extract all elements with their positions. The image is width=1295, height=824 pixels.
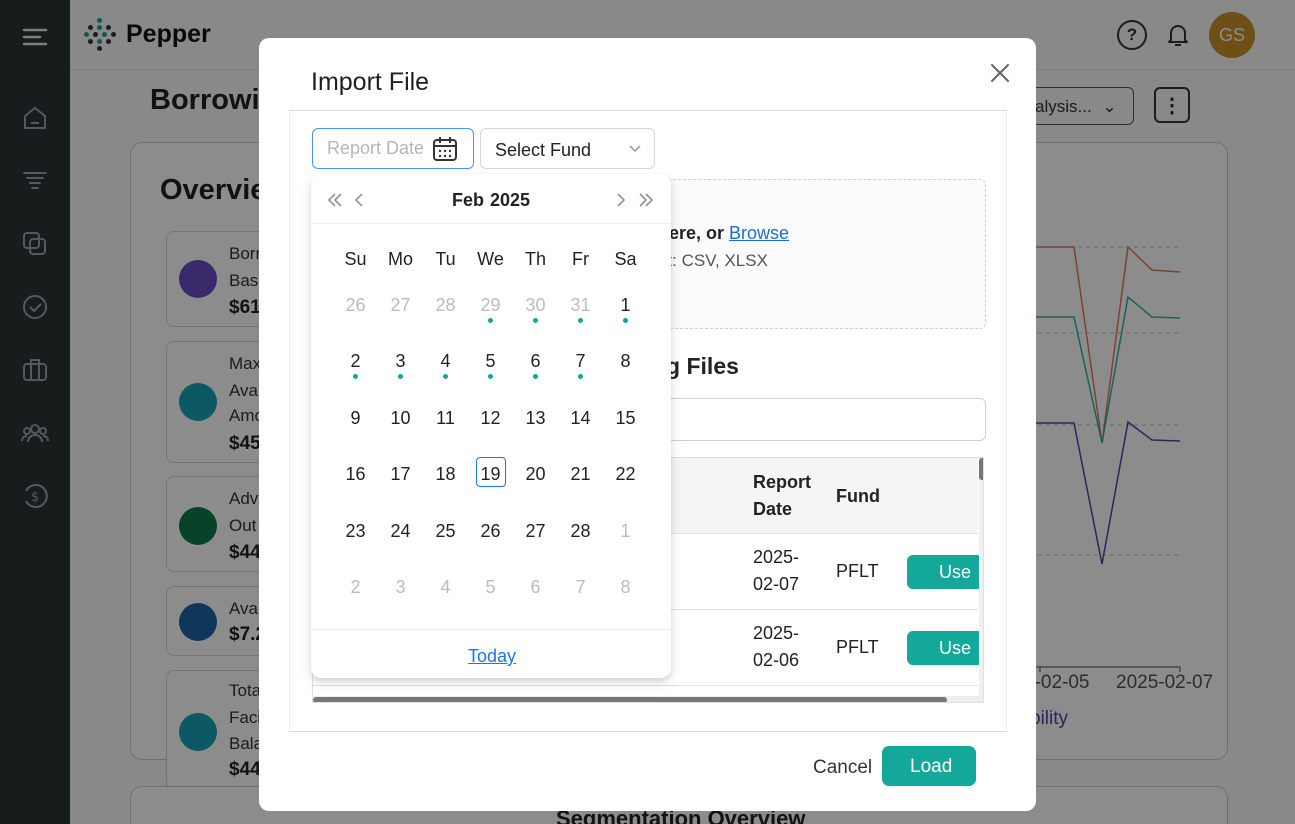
calendar-year[interactable]: 2025 bbox=[490, 190, 530, 211]
calendar-day[interactable]: 22 bbox=[603, 464, 648, 485]
calendar-day[interactable]: 28 bbox=[423, 295, 468, 316]
chevron-right-icon[interactable] bbox=[611, 191, 629, 209]
calendar-day[interactable]: 25 bbox=[423, 521, 468, 542]
chevron-left-icon[interactable] bbox=[351, 191, 369, 209]
calendar-footer: Today bbox=[311, 629, 671, 678]
weekday-label: Fr bbox=[572, 249, 589, 269]
double-chevron-right-icon[interactable] bbox=[637, 191, 655, 209]
calendar-day[interactable]: 11 bbox=[423, 408, 468, 429]
weekday-label: Mo bbox=[387, 249, 413, 269]
calendar-day[interactable]: 7 bbox=[558, 351, 603, 372]
row-report-date: 2025- 02-07 bbox=[753, 544, 799, 598]
data-available-dot bbox=[623, 318, 628, 323]
row-report-date: 2025- 02-06 bbox=[753, 620, 799, 674]
date-picker-popup: Feb 2025 Su Mo Tu We Th Fr Sa 26 27 28 29 30 31 1 2 3 4… bbox=[311, 174, 671, 678]
header-text: Report bbox=[753, 472, 811, 492]
calendar-day[interactable]: 4 bbox=[423, 577, 468, 598]
cancel-button[interactable]: Cancel bbox=[813, 757, 872, 779]
calendar-day[interactable]: 7 bbox=[558, 577, 603, 598]
today-link[interactable]: Today bbox=[468, 646, 516, 667]
weekday-label: We bbox=[477, 249, 504, 269]
row-fund: PFLT bbox=[836, 561, 879, 581]
weekday-label: Su bbox=[344, 249, 367, 269]
weekday-label: Tu bbox=[435, 249, 456, 269]
calendar-day[interactable]: 31 bbox=[558, 295, 603, 316]
fund-select-value: Select Fund bbox=[495, 140, 592, 160]
calendar-icon[interactable] bbox=[432, 135, 458, 163]
chevron-down-icon bbox=[629, 145, 641, 153]
calendar-day[interactable]: 26 bbox=[333, 295, 378, 316]
dropzone-format-text: at: CSV, XLSX bbox=[658, 251, 768, 270]
calendar-day[interactable]: 27 bbox=[513, 521, 558, 542]
calendar-day[interactable]: 8 bbox=[603, 351, 648, 372]
calendar-day[interactable]: 1 bbox=[603, 295, 648, 316]
calendar-day[interactable]: 3 bbox=[378, 351, 423, 372]
calendar-day[interactable]: 24 bbox=[378, 521, 423, 542]
report-date-picker[interactable] bbox=[312, 128, 474, 169]
cell-text: 2025- bbox=[753, 547, 800, 567]
load-button[interactable]: Load bbox=[882, 746, 976, 786]
double-chevron-left-icon[interactable] bbox=[326, 191, 344, 209]
calendar-day[interactable]: 26 bbox=[468, 521, 513, 542]
column-header-fund[interactable]: Fund bbox=[836, 483, 880, 510]
calendar-day[interactable]: 8 bbox=[603, 577, 648, 598]
data-available-dot bbox=[578, 318, 583, 323]
calendar-day[interactable]: 5 bbox=[468, 577, 513, 598]
calendar-day[interactable]: 15 bbox=[603, 408, 648, 429]
data-available-dot bbox=[443, 374, 448, 379]
calendar-day[interactable]: 30 bbox=[513, 295, 558, 316]
data-available-dot bbox=[533, 374, 538, 379]
calendar-day[interactable]: 18 bbox=[423, 464, 468, 485]
calendar-day[interactable]: 3 bbox=[378, 577, 423, 598]
calendar-day[interactable]: 6 bbox=[513, 577, 558, 598]
calendar-day[interactable]: 21 bbox=[558, 464, 603, 485]
vertical-scrollbar[interactable] bbox=[979, 458, 983, 702]
calendar-day[interactable]: 29 bbox=[468, 295, 513, 316]
modal-title: Import File bbox=[311, 68, 430, 96]
cell-text: 02-06 bbox=[753, 650, 800, 670]
calendar-day[interactable]: 19 bbox=[468, 464, 513, 485]
calendar-day[interactable]: 5 bbox=[468, 351, 513, 372]
use-button[interactable]: Use bbox=[907, 555, 983, 589]
row-fund: PFLT bbox=[836, 637, 879, 657]
calendar-day[interactable]: 9 bbox=[333, 408, 378, 429]
calendar-day[interactable]: 10 bbox=[378, 408, 423, 429]
calendar-day[interactable]: 16 bbox=[333, 464, 378, 485]
calendar-month[interactable]: Feb bbox=[452, 190, 484, 211]
calendar-day[interactable]: 12 bbox=[468, 408, 513, 429]
horizontal-scrollbar[interactable] bbox=[313, 696, 979, 702]
data-available-dot bbox=[488, 318, 493, 323]
browse-link[interactable]: Browse bbox=[729, 223, 789, 243]
use-button[interactable]: Use bbox=[907, 631, 983, 665]
data-available-dot bbox=[533, 318, 538, 323]
calendar-day[interactable]: 23 bbox=[333, 521, 378, 542]
cell-text: 02-07 bbox=[753, 574, 800, 594]
fund-select[interactable]: Select Fund bbox=[480, 128, 655, 169]
calendar-day[interactable]: 2 bbox=[333, 351, 378, 372]
data-available-dot bbox=[578, 374, 583, 379]
calendar-day[interactable]: 20 bbox=[513, 464, 558, 485]
calendar-day[interactable]: 2 bbox=[333, 577, 378, 598]
header-text: Date bbox=[753, 499, 793, 519]
calendar-day[interactable]: 13 bbox=[513, 408, 558, 429]
dropzone-instructions: here, or Browse bbox=[658, 223, 789, 244]
calendar-day[interactable]: 17 bbox=[378, 464, 423, 485]
calendar-day[interactable]: 27 bbox=[378, 295, 423, 316]
calendar-day[interactable]: 6 bbox=[513, 351, 558, 372]
weekday-label: Th bbox=[524, 249, 546, 269]
close-icon[interactable] bbox=[987, 60, 1013, 86]
calendar-day[interactable]: 14 bbox=[558, 408, 603, 429]
data-available-dot bbox=[488, 374, 493, 379]
data-available-dot bbox=[398, 374, 403, 379]
report-date-input[interactable] bbox=[313, 129, 433, 168]
calendar-day[interactable]: 28 bbox=[558, 521, 603, 542]
weekday-label: Sa bbox=[614, 249, 637, 269]
cell-text: 2025- bbox=[753, 623, 800, 643]
data-available-dot bbox=[353, 374, 358, 379]
calendar-header: Feb 2025 bbox=[311, 174, 671, 224]
calendar-day[interactable]: 4 bbox=[423, 351, 468, 372]
column-header-report-date[interactable]: Report Date bbox=[753, 469, 811, 523]
calendar-day[interactable]: 1 bbox=[603, 521, 648, 542]
